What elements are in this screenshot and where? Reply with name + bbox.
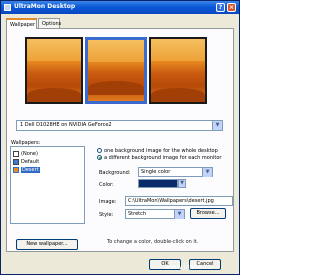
color-hint: To change a color, double-click on it. — [107, 239, 199, 245]
site-watermark: www.izone.ru — [165, 263, 212, 271]
background-select[interactable]: Single color ▼ — [138, 167, 213, 177]
list-item-label: Desert — [21, 167, 40, 173]
wallpaper-thumbnail-icon — [13, 158, 19, 165]
window-title: UltraMon Desktop — [14, 3, 76, 10]
style-select[interactable]: Stretch ▼ — [125, 209, 185, 219]
sky — [151, 39, 205, 61]
close-button[interactable]: × — [227, 3, 236, 12]
sky — [27, 39, 81, 61]
radio-single-image[interactable]: one background image for the whole deskt… — [97, 148, 218, 154]
list-item[interactable]: (None) — [13, 150, 53, 158]
radio-label: one background image for the whole deskt… — [104, 148, 218, 154]
browse-button[interactable]: Browse... — [190, 208, 226, 219]
style-label: Style: — [99, 212, 114, 218]
wallpaper-panel: 1 Dell D1028HE on NVIDIA GeForce2 ▼ Wall… — [6, 28, 234, 252]
dune — [88, 81, 144, 95]
list-item-label: Default — [21, 159, 40, 165]
chevron-down-icon[interactable]: ▼ — [174, 210, 184, 219]
color-label: Color: — [99, 182, 114, 188]
list-item-label: (None) — [21, 151, 38, 157]
monitor-2-preview[interactable] — [85, 37, 147, 104]
chevron-down-icon[interactable]: ▼ — [212, 121, 222, 130]
tab-wallpaper[interactable]: Wallpaper — [6, 18, 37, 29]
chevron-down-icon[interactable]: ▼ — [202, 168, 212, 177]
chevron-down-icon[interactable]: ▼ — [178, 179, 186, 188]
image-path-field[interactable]: C:\UltraMon\Wallpapers\desert.jpg — [125, 196, 233, 206]
dune — [151, 88, 205, 102]
background-label: Background: — [99, 170, 131, 176]
dune — [27, 88, 81, 102]
style-select-value: Stretch — [128, 211, 147, 217]
wallpaper-list[interactable]: (None) Default Desert — [10, 146, 85, 224]
radio-icon — [97, 148, 102, 153]
color-swatch[interactable] — [138, 179, 178, 188]
wallpaper-thumbnail-icon — [13, 150, 19, 157]
image-label: Image: — [99, 199, 117, 205]
display-select[interactable]: 1 Dell D1028HE on NVIDIA GeForce2 ▼ — [16, 120, 223, 131]
list-item[interactable]: Desert — [13, 166, 53, 174]
app-icon — [4, 4, 11, 11]
monitor-1-preview[interactable] — [25, 37, 83, 104]
wallpaper-thumbnail-icon — [13, 166, 19, 173]
list-item[interactable]: Default — [13, 158, 53, 166]
monitor-preview — [25, 37, 207, 104]
radio-per-monitor[interactable]: a different background image for each mo… — [97, 155, 221, 161]
help-button[interactable]: ? — [216, 3, 225, 12]
display-select-value: 1 Dell D1028HE on NVIDIA GeForce2 — [20, 122, 112, 128]
tab-options[interactable]: Options — [38, 18, 61, 28]
monitor-3-preview[interactable] — [149, 37, 207, 104]
ultramon-desktop-window: UltraMon Desktop ? × Wallpaper Options 1… — [0, 0, 240, 275]
sky — [88, 40, 144, 62]
background-select-value: Single color — [141, 169, 171, 175]
radio-icon — [97, 155, 102, 160]
title-bar[interactable]: UltraMon Desktop ? × — [1, 1, 239, 14]
radio-label: a different background image for each mo… — [104, 155, 222, 161]
new-wallpaper-button[interactable]: New wallpaper... — [16, 239, 78, 250]
